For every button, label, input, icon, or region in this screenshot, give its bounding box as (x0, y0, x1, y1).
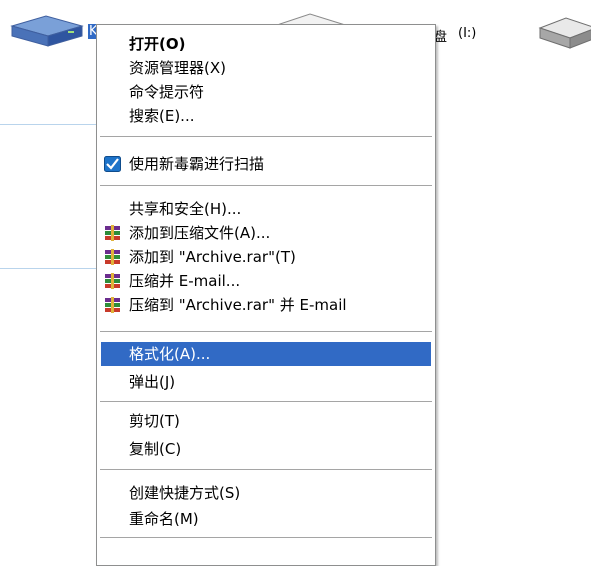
menu-item-label: 创建快捷方式(S) (129, 484, 241, 502)
menu-item-open[interactable]: 打开(O) (101, 32, 431, 56)
menu-item-label: 命令提示符 (129, 83, 205, 101)
hard-drive-icon[interactable] (6, 12, 86, 52)
group-divider-line (0, 268, 96, 269)
menu-item-label: 剪切(T) (129, 412, 180, 430)
menu-item-format[interactable]: 格式化(A)... (101, 342, 431, 366)
menu-item-label: 打开(O) (129, 35, 186, 53)
menu-item-label: 复制(C) (129, 440, 182, 458)
winrar-icon (105, 249, 120, 265)
group-divider-line (0, 124, 96, 125)
menu-item-copy[interactable]: 复制(C) (101, 437, 431, 461)
menu-item-label: 使用新毒霸进行扫描 (129, 155, 265, 173)
menu-item-duba-scan[interactable]: 使用新毒霸进行扫描 (101, 152, 431, 176)
menu-item-sharing-security[interactable]: 共享和安全(H)... (101, 197, 431, 221)
menu-item-label: 格式化(A)... (129, 345, 211, 363)
menu-separator (100, 331, 432, 332)
winrar-icon (105, 273, 120, 289)
menu-item-compress-to-rar-email[interactable]: 压缩到 "Archive.rar" 并 E-mail (101, 293, 431, 317)
context-menu: 打开(O) 资源管理器(X) 命令提示符 搜索(E)... 使用新毒霸进行扫描 … (96, 24, 436, 566)
menu-item-label: 压缩到 "Archive.rar" 并 E-mail (129, 296, 347, 314)
menu-item-create-shortcut[interactable]: 创建快捷方式(S) (101, 481, 431, 505)
menu-item-label: 添加到压缩文件(A)... (129, 224, 271, 242)
menu-separator (100, 537, 432, 538)
menu-item-eject[interactable]: 弹出(J) (101, 370, 431, 394)
winrar-icon (105, 297, 120, 313)
menu-item-label: 重命名(M) (129, 510, 199, 528)
menu-separator (100, 185, 432, 186)
drive-center-label: (I:) (458, 26, 477, 41)
menu-item-compress-email[interactable]: 压缩并 E-mail... (101, 269, 431, 293)
menu-separator (100, 401, 432, 402)
menu-item-explorer[interactable]: 资源管理器(X) (101, 56, 431, 80)
menu-item-rename[interactable]: 重命名(M) (101, 507, 431, 531)
winrar-icon (105, 225, 120, 241)
menu-separator (100, 469, 432, 470)
menu-item-add-to-archive[interactable]: 添加到压缩文件(A)... (101, 221, 431, 245)
menu-item-label: 添加到 "Archive.rar"(T) (129, 248, 296, 266)
menu-item-label: 共享和安全(H)... (129, 200, 242, 218)
menu-item-command-prompt[interactable]: 命令提示符 (101, 80, 431, 104)
menu-item-add-to-archive-rar[interactable]: 添加到 "Archive.rar"(T) (101, 245, 431, 269)
duba-icon (104, 156, 121, 172)
menu-separator (100, 136, 432, 137)
menu-item-label: 资源管理器(X) (129, 59, 226, 77)
removable-drive-icon[interactable] (536, 14, 591, 54)
menu-item-label: 搜索(E)... (129, 107, 195, 125)
menu-item-label: 弹出(J) (129, 373, 176, 391)
menu-item-cut[interactable]: 剪切(T) (101, 409, 431, 433)
menu-item-search[interactable]: 搜索(E)... (101, 104, 431, 128)
menu-item-label: 压缩并 E-mail... (129, 272, 241, 290)
